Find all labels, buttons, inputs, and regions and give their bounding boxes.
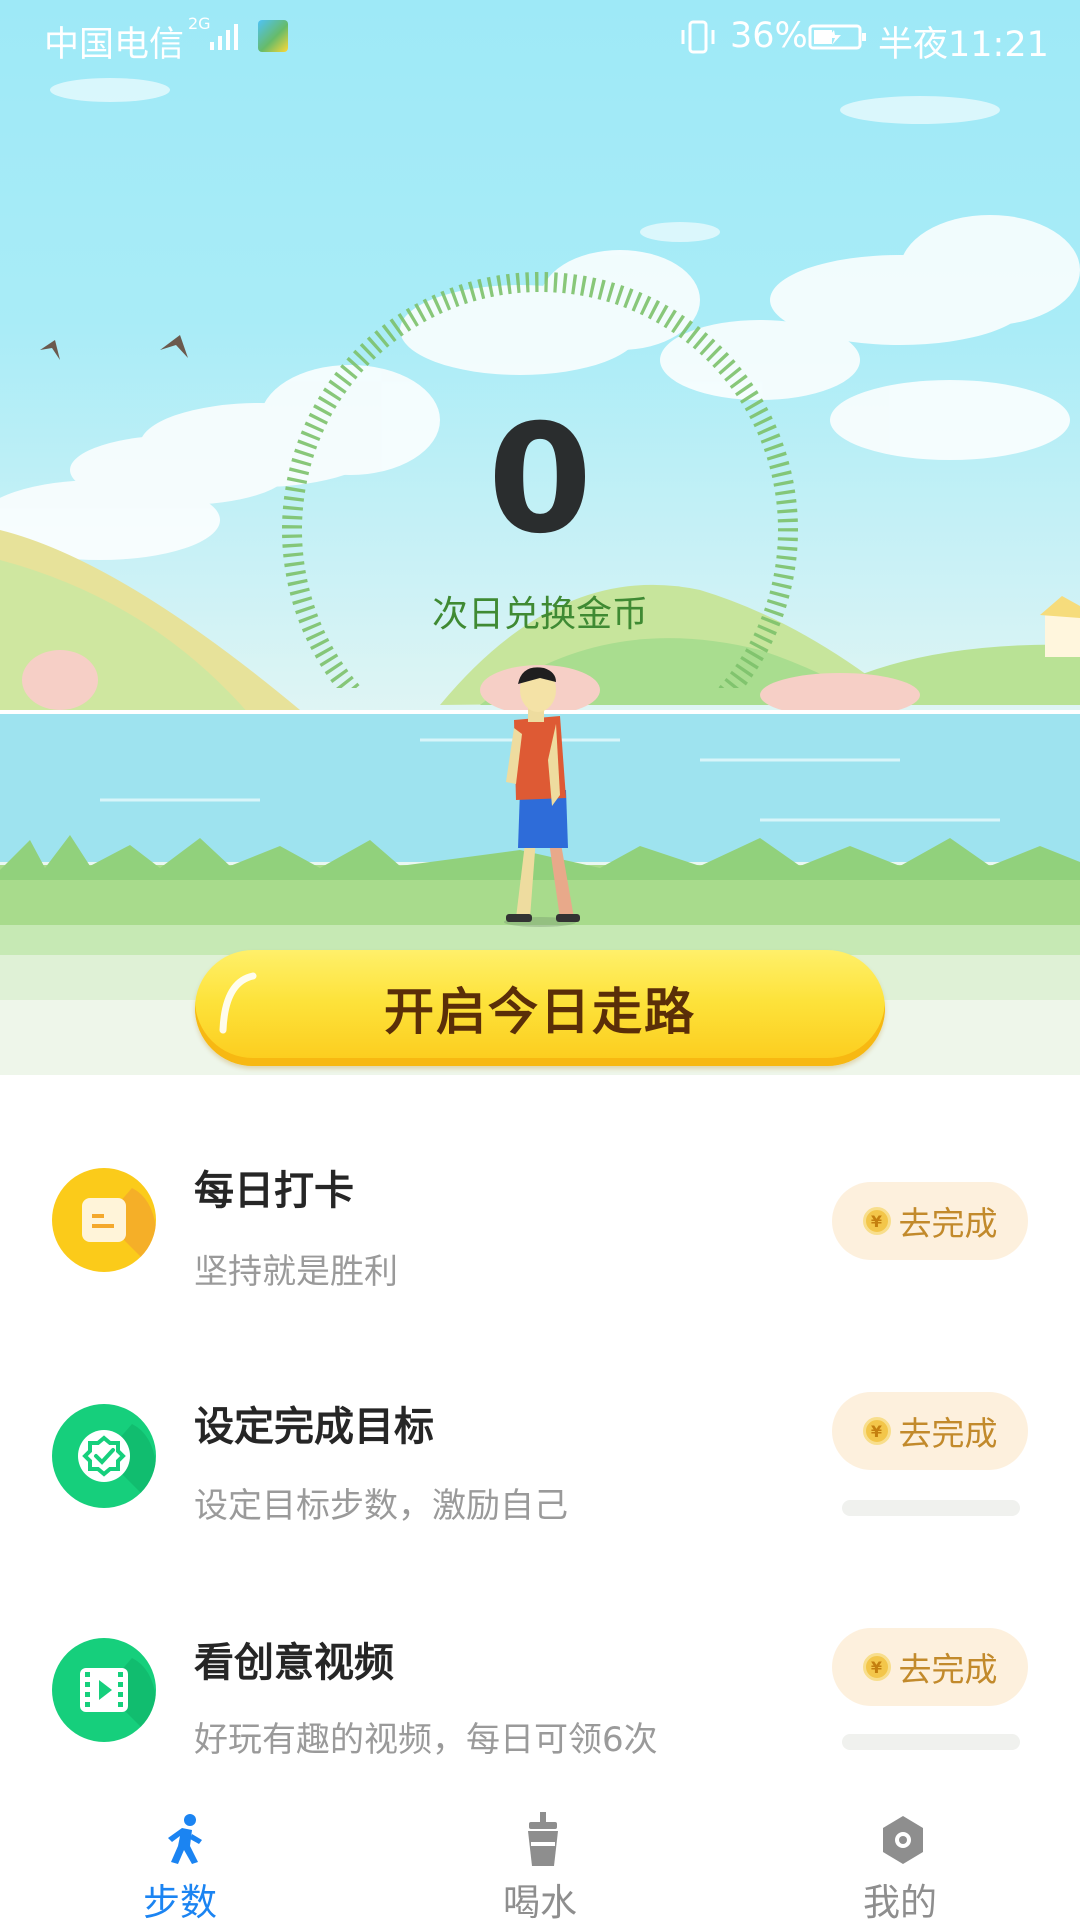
nav-tab-profile[interactable]: 我的 bbox=[780, 1800, 1020, 1920]
task-progress-bar bbox=[842, 1500, 1020, 1516]
start-walking-label: 开启今日走路 bbox=[384, 983, 696, 1041]
task-set-goal: 设定完成目标 设定目标步数，激励自己 ¥ 去完成 bbox=[0, 1356, 1080, 1556]
battery-icon bbox=[808, 24, 866, 50]
nav-label: 喝水 bbox=[503, 1881, 577, 1920]
clock-time: 半夜11:21 bbox=[878, 25, 1049, 65]
nav-label: 我的 bbox=[863, 1881, 937, 1920]
target-badge-icon bbox=[52, 1404, 156, 1508]
task-title: 看创意视频 bbox=[194, 1640, 394, 1686]
task-complete-button[interactable]: ¥ 去完成 bbox=[832, 1628, 1028, 1706]
task-complete-button[interactable]: ¥ 去完成 bbox=[832, 1392, 1028, 1470]
task-title: 每日打卡 bbox=[194, 1168, 354, 1214]
nav-tab-steps[interactable]: 步数 bbox=[60, 1800, 300, 1920]
task-complete-button[interactable]: ¥ 去完成 bbox=[832, 1182, 1028, 1260]
task-subtitle: 设定目标步数，激励自己 bbox=[194, 1486, 568, 1526]
task-button-label: 去完成 bbox=[898, 1204, 998, 1243]
signal-icon bbox=[210, 24, 238, 50]
task-progress-bar bbox=[842, 1734, 1020, 1750]
nav-label: 步数 bbox=[143, 1881, 217, 1920]
nav-tab-water[interactable]: 喝水 bbox=[420, 1800, 660, 1920]
hexagon-profile-icon bbox=[883, 1816, 923, 1864]
calendar-icon bbox=[52, 1168, 156, 1272]
video-icon bbox=[52, 1638, 156, 1742]
task-watch-video: 看创意视频 好玩有趣的视频，每日可领6次 ¥ 去完成 bbox=[0, 1590, 1080, 1790]
task-daily-checkin: 每日打卡 坚持就是胜利 ¥ 去完成 bbox=[0, 1122, 1080, 1322]
coin-icon: ¥ bbox=[862, 1653, 891, 1681]
coin-icon: ¥ bbox=[862, 1207, 891, 1235]
network-type: 2G bbox=[188, 14, 211, 33]
button-gloss bbox=[219, 972, 257, 1034]
carrier-name: 中国电信 bbox=[44, 25, 185, 65]
coin-icon: ¥ bbox=[862, 1417, 891, 1445]
start-walking-button[interactable]: 开启今日走路 bbox=[195, 950, 885, 1066]
dial-label: 次日兑换金币 bbox=[431, 594, 648, 635]
task-subtitle: 坚持就是胜利 bbox=[194, 1252, 398, 1292]
battery-percent: 36% bbox=[730, 16, 808, 56]
bottom-navigation: 步数 喝水 我的 bbox=[0, 1800, 1080, 1920]
task-button-label: 去完成 bbox=[898, 1650, 998, 1689]
step-count: 0 bbox=[487, 393, 593, 567]
task-subtitle: 好玩有趣的视频，每日可领6次 bbox=[194, 1720, 658, 1760]
status-bar: 中国电信 2G 36% 半夜11:21 bbox=[0, 0, 1080, 75]
cup-icon bbox=[528, 1812, 558, 1866]
hero-scene: 中国电信 2G 36% 半夜11:21 0 次日兑换金币 开启今日走路 bbox=[0, 0, 1080, 1075]
task-button-label: 去完成 bbox=[898, 1414, 998, 1453]
app-notification-icon bbox=[258, 20, 288, 52]
walking-person-icon bbox=[168, 1814, 202, 1864]
task-title: 设定完成目标 bbox=[194, 1404, 434, 1450]
vibrate-icon bbox=[681, 20, 715, 54]
